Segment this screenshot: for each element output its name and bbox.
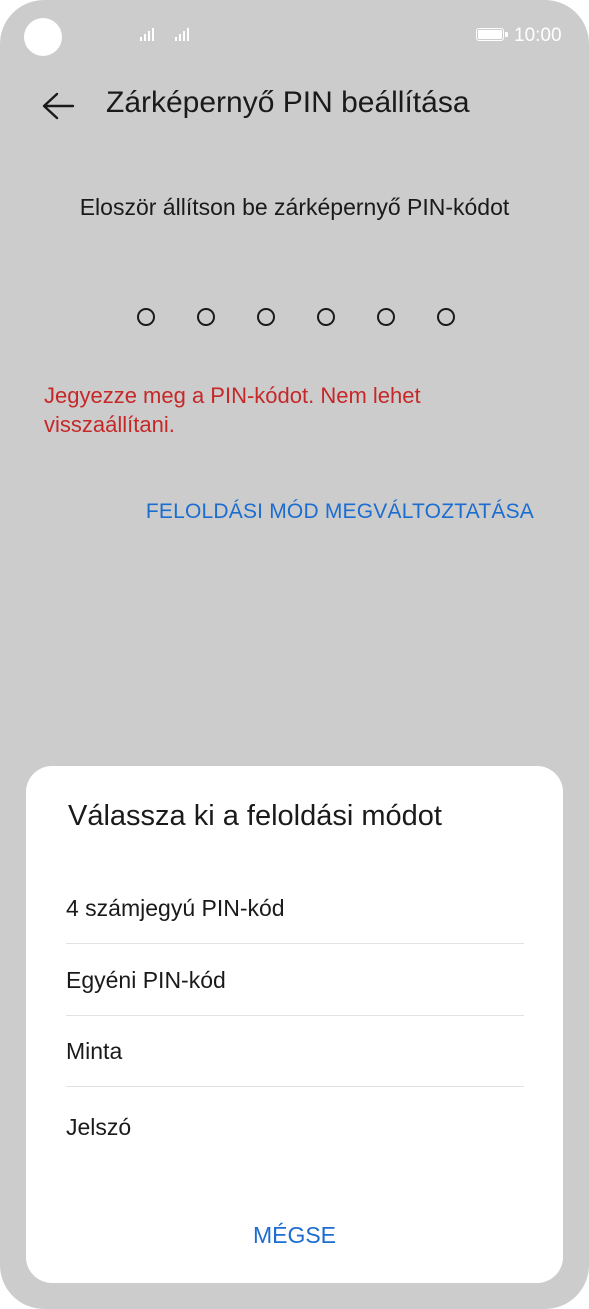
unlock-mode-dialog: Válassza ki a feloldási módot 4 számjegy… (26, 766, 563, 1283)
back-button[interactable] (34, 82, 82, 130)
option-custom-pin[interactable]: Egyéni PIN-kód (66, 945, 524, 1016)
camera-hole (24, 18, 62, 56)
pin-warning: Jegyezze meg a PIN-kódot. Nem lehet viss… (44, 383, 421, 437)
status-time: 10:00 (514, 25, 562, 46)
cancel-button[interactable]: MÉGSE (26, 1222, 563, 1249)
pin-dot (377, 308, 395, 326)
arrow-left-icon (42, 92, 75, 120)
page-title: Zárképernyő PIN beállítása (106, 86, 470, 119)
option-password[interactable]: Jelszó (66, 1092, 524, 1163)
phone-screen: 10:00 Zárképernyő PIN beállítása Eloször… (0, 0, 589, 1309)
pin-dot (437, 308, 455, 326)
option-label: 4 számjegyú PIN-kód (66, 894, 285, 921)
option-label: Jelszó (66, 1114, 132, 1140)
pin-dot (317, 308, 335, 326)
pin-dot (137, 308, 155, 326)
option-label: Egyéni PIN-kód (66, 966, 226, 993)
signal-icon (175, 28, 189, 41)
pin-dot (197, 308, 215, 326)
status-bar: 10:00 (0, 0, 589, 72)
pin-dot (257, 308, 275, 326)
option-label: Minta (66, 1037, 123, 1064)
dialog-title: Válassza ki a feloldási módot (68, 800, 442, 832)
pin-entry-indicator[interactable] (137, 308, 455, 328)
change-unlock-mode-link[interactable]: FELOLDÁSI MÓD MEGVÁLTOZTATÁSA (60, 500, 534, 524)
option-4-digit-pin[interactable]: 4 számjegyú PIN-kód (66, 873, 524, 944)
signal-icon (140, 28, 154, 41)
option-pattern[interactable]: Minta (66, 1016, 524, 1087)
battery-icon (476, 28, 508, 41)
pin-instruction: Eloször állítson be zárképernyő PIN-kódo… (79, 194, 510, 220)
